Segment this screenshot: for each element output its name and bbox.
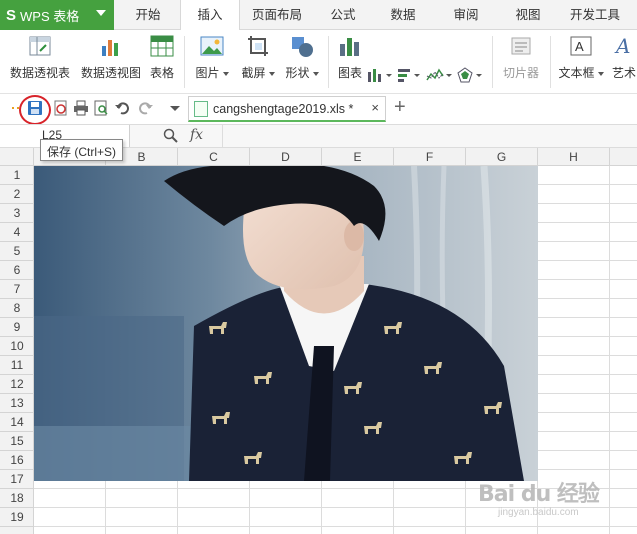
ribbon-divider (550, 36, 551, 88)
app-title: WPS 表格 (20, 8, 80, 24)
document-tab[interactable]: cangshengtage2019.xls * × (188, 96, 386, 122)
column-header[interactable]: F (394, 148, 466, 166)
baidu-watermark: Bai du 经验 (478, 482, 600, 507)
row-header[interactable]: 12 (0, 375, 34, 394)
picture-icon (200, 34, 224, 58)
row-header[interactable]: 10 (0, 337, 34, 356)
tab-formulas[interactable]: 公式 (314, 0, 372, 30)
print-icon[interactable] (72, 99, 90, 117)
wordart-button[interactable]: A 艺术 (612, 34, 637, 81)
radar-chart-icon[interactable] (456, 66, 484, 84)
wps-logo-icon: S (6, 6, 17, 24)
save-tooltip: 保存 (Ctrl+S) (40, 139, 124, 161)
tab-view[interactable]: 视图 (498, 0, 558, 30)
bar-chart-icon[interactable] (396, 66, 424, 84)
row-header[interactable]: 16 (0, 451, 34, 470)
row-header[interactable]: 17 (0, 470, 34, 489)
column-header[interactable]: E (322, 148, 394, 166)
tab-page-layout[interactable]: 页面布局 (240, 0, 314, 30)
function-button[interactable]: fx (190, 127, 203, 143)
chart-button[interactable]: 图表 (334, 34, 366, 81)
table-icon (150, 34, 174, 58)
more-icon[interactable] (166, 99, 184, 117)
pivot-chart-button[interactable]: 数据透视图 (80, 34, 142, 81)
row-header[interactable]: 14 (0, 413, 34, 432)
close-tab-icon[interactable]: × (371, 100, 379, 115)
menu-bar: S WPS 表格 开始 插入 页面布局 公式 数据 审阅 视图 开发工具 (0, 0, 637, 31)
new-tab-button[interactable]: + (394, 96, 406, 119)
row-header[interactable]: 9 (0, 318, 34, 337)
ribbon-divider (328, 36, 329, 88)
svg-text:A: A (614, 34, 630, 58)
tab-data[interactable]: 数据 (372, 0, 434, 30)
column-header[interactable]: H (538, 148, 610, 166)
tab-home[interactable]: 开始 (116, 0, 180, 30)
shapes-button[interactable]: 形状 (282, 34, 322, 81)
document-name: cangshengtage2019.xls * (213, 102, 354, 116)
save-highlight-circle (19, 95, 51, 125)
tab-insert[interactable]: 插入 (180, 0, 240, 31)
redo-icon[interactable] (136, 99, 154, 117)
tab-review[interactable]: 审阅 (434, 0, 498, 30)
pivot-table-icon (28, 34, 52, 58)
table-button[interactable]: 表格 (148, 34, 176, 81)
picture-button[interactable]: 图片 (192, 34, 232, 81)
spreadsheet-file-icon (194, 101, 208, 117)
row-header[interactable]: 13 (0, 394, 34, 413)
shapes-icon (290, 34, 314, 58)
row-header[interactable]: 6 (0, 261, 34, 280)
textbox-icon: A (569, 34, 593, 58)
zoom-icon[interactable] (163, 128, 179, 147)
tab-developer[interactable]: 开发工具 (558, 0, 632, 30)
export-pdf-icon[interactable] (52, 99, 70, 117)
slicer-button[interactable]: 切片器 (498, 34, 544, 81)
row-header[interactable]: 15 (0, 432, 34, 451)
chevron-down-icon (96, 10, 106, 16)
app-menu-button[interactable]: S WPS 表格 (0, 0, 114, 30)
row-header[interactable]: 3 (0, 204, 34, 223)
undo-icon[interactable] (114, 99, 132, 117)
row-header[interactable]: 18 (0, 489, 34, 508)
screenshot-button[interactable]: 截屏 (238, 34, 278, 81)
row-header[interactable]: 7 (0, 280, 34, 299)
ribbon-divider (184, 36, 185, 88)
svg-text:A: A (575, 39, 584, 54)
slicer-icon (509, 34, 533, 58)
row-header[interactable]: 5 (0, 242, 34, 261)
chart-icon (338, 34, 362, 58)
ribbon-insert: 数据透视表 数据透视图 表格 图片 截屏 形状 图表 切片器 A 文本框 A 艺… (0, 30, 637, 112)
column-header[interactable]: G (466, 148, 538, 166)
column-chart-icon[interactable] (366, 66, 394, 84)
column-header[interactable]: D (250, 148, 322, 166)
baidu-watermark-url: jingyan.baidu.com (498, 507, 579, 518)
row-header[interactable]: 8 (0, 299, 34, 318)
pivot-chart-icon (99, 34, 123, 58)
row-headers: 1 2 3 4 5 6 7 8 9 10 11 12 13 14 15 16 1… (0, 166, 34, 534)
row-header[interactable]: 4 (0, 223, 34, 242)
column-header[interactable]: C (178, 148, 250, 166)
ribbon-divider (492, 36, 493, 88)
wordart-icon: A (614, 34, 637, 58)
pivot-table-button[interactable]: 数据透视表 (8, 34, 72, 81)
portrait-photo (34, 166, 538, 481)
row-header[interactable]: 2 (0, 185, 34, 204)
print-preview-icon[interactable] (92, 99, 110, 117)
formula-divider (222, 125, 223, 147)
line-chart-icon[interactable] (426, 66, 454, 84)
select-all-corner[interactable] (0, 148, 34, 166)
inserted-picture[interactable] (34, 166, 538, 481)
row-header[interactable]: 11 (0, 356, 34, 375)
row-header[interactable]: 19 (0, 508, 34, 527)
textbox-button[interactable]: A 文本框 (556, 34, 606, 81)
row-header[interactable]: 1 (0, 166, 34, 185)
screenshot-icon (246, 34, 270, 58)
